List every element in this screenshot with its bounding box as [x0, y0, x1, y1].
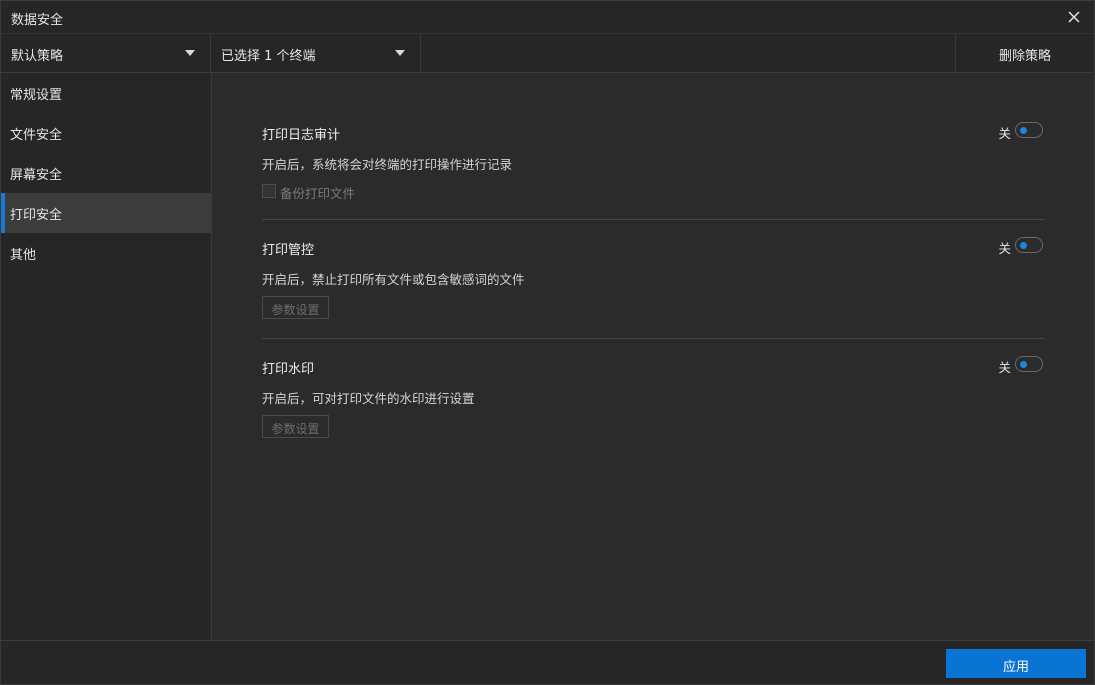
apply-button[interactable]: 应用 — [946, 649, 1086, 678]
button-label: 参数设置 — [271, 303, 320, 317]
policy-dropdown-label: 默认策略 — [11, 49, 64, 64]
sidebar: 常规设置 文件安全 屏幕安全 打印安全 其他 — [1, 73, 212, 640]
divider — [262, 219, 1045, 220]
data-security-window: 数据安全 默认策略 已选择 1 个终端 删除策略 常规设置 文件安全 屏幕安全 — [0, 0, 1095, 685]
print-log-audit-toggle[interactable] — [1015, 122, 1043, 138]
toggle-state-label: 关 — [998, 241, 1011, 256]
sidebar-item-screen-security[interactable]: 屏幕安全 — [1, 153, 211, 193]
section-title: 打印日志审计 — [262, 128, 341, 143]
toggle-state-label: 关 — [998, 360, 1011, 375]
terminal-dropdown-label: 已选择 1 个终端 — [221, 49, 316, 64]
policy-dropdown[interactable]: 默认策略 — [1, 34, 211, 72]
print-watermark-toggle[interactable] — [1015, 356, 1043, 372]
print-control-toggle[interactable] — [1015, 237, 1043, 253]
sidebar-item-label: 文件安全 — [10, 128, 63, 143]
print-watermark-section: 打印水印 关 开启后，可对打印文件的水印进行设置 参数设置 — [262, 356, 1045, 438]
settings-panel: 打印日志审计 关 开启后，系统将会对终端的打印操作进行记录 备份打印文件 打印管… — [212, 73, 1094, 640]
sidebar-item-label: 打印安全 — [10, 208, 63, 223]
sidebar-item-print-security[interactable]: 打印安全 — [1, 193, 211, 233]
close-icon — [1068, 11, 1080, 23]
button-label: 参数设置 — [271, 422, 320, 436]
toggle-knob — [1020, 242, 1027, 249]
backup-print-file-checkbox[interactable] — [262, 184, 276, 198]
divider — [262, 338, 1045, 339]
chevron-down-icon — [395, 50, 405, 56]
sidebar-item-general[interactable]: 常规设置 — [1, 73, 211, 113]
sidebar-item-label: 其他 — [10, 248, 37, 263]
apply-button-label: 应用 — [1002, 660, 1029, 675]
section-description: 开启后，可对打印文件的水印进行设置 — [262, 391, 475, 406]
toggle-group: 关 — [983, 237, 1043, 256]
toggle-knob — [1020, 361, 1027, 368]
print-control-section: 打印管控 关 开启后，禁止打印所有文件或包含敏感词的文件 参数设置 — [262, 237, 1045, 319]
toolbar: 默认策略 已选择 1 个终端 删除策略 — [1, 34, 1094, 73]
chevron-down-icon — [185, 50, 195, 56]
section-description: 开启后，系统将会对终端的打印操作进行记录 — [262, 157, 513, 172]
checkbox-label: 备份打印文件 — [280, 186, 356, 201]
title-bar: 数据安全 — [1, 1, 1094, 34]
print-control-params-button[interactable]: 参数设置 — [262, 296, 329, 319]
print-log-audit-section: 打印日志审计 关 开启后，系统将会对终端的打印操作进行记录 备份打印文件 — [262, 122, 1045, 204]
sidebar-item-label: 常规设置 — [10, 88, 63, 103]
print-watermark-params-button[interactable]: 参数设置 — [262, 415, 329, 438]
toggle-state-label: 关 — [998, 126, 1011, 141]
sidebar-item-label: 屏幕安全 — [10, 168, 63, 183]
sidebar-item-other[interactable]: 其他 — [1, 233, 211, 273]
section-description: 开启后，禁止打印所有文件或包含敏感词的文件 — [262, 272, 525, 287]
toggle-group: 关 — [983, 122, 1043, 141]
footer: 应用 — [1, 640, 1094, 684]
sidebar-item-file-security[interactable]: 文件安全 — [1, 113, 211, 153]
toggle-group: 关 — [983, 356, 1043, 375]
window-title: 数据安全 — [11, 13, 64, 28]
delete-policy-button[interactable]: 删除策略 — [955, 34, 1094, 72]
delete-policy-label: 删除策略 — [998, 49, 1051, 64]
terminal-dropdown[interactable]: 已选择 1 个终端 — [211, 34, 421, 72]
section-title: 打印管控 — [262, 243, 315, 258]
toggle-knob — [1020, 127, 1027, 134]
section-title: 打印水印 — [262, 362, 315, 377]
close-button[interactable] — [1062, 5, 1086, 29]
